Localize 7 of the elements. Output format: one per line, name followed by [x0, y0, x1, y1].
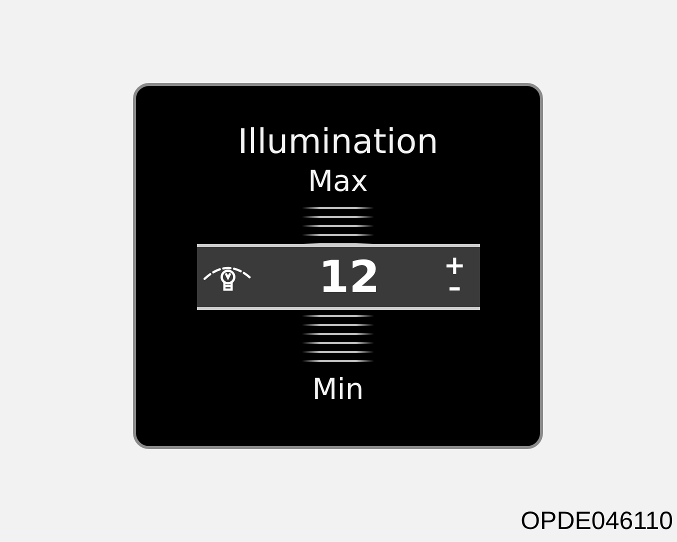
figure-code: OPDE046110 [520, 507, 673, 536]
value-readout: 12 [317, 252, 381, 302]
max-label: Max [308, 164, 368, 198]
minus-sign: – [448, 277, 462, 299]
plus-sign: + [444, 255, 466, 277]
screen-title: Illumination [238, 121, 438, 164]
min-label: Min [312, 372, 364, 406]
